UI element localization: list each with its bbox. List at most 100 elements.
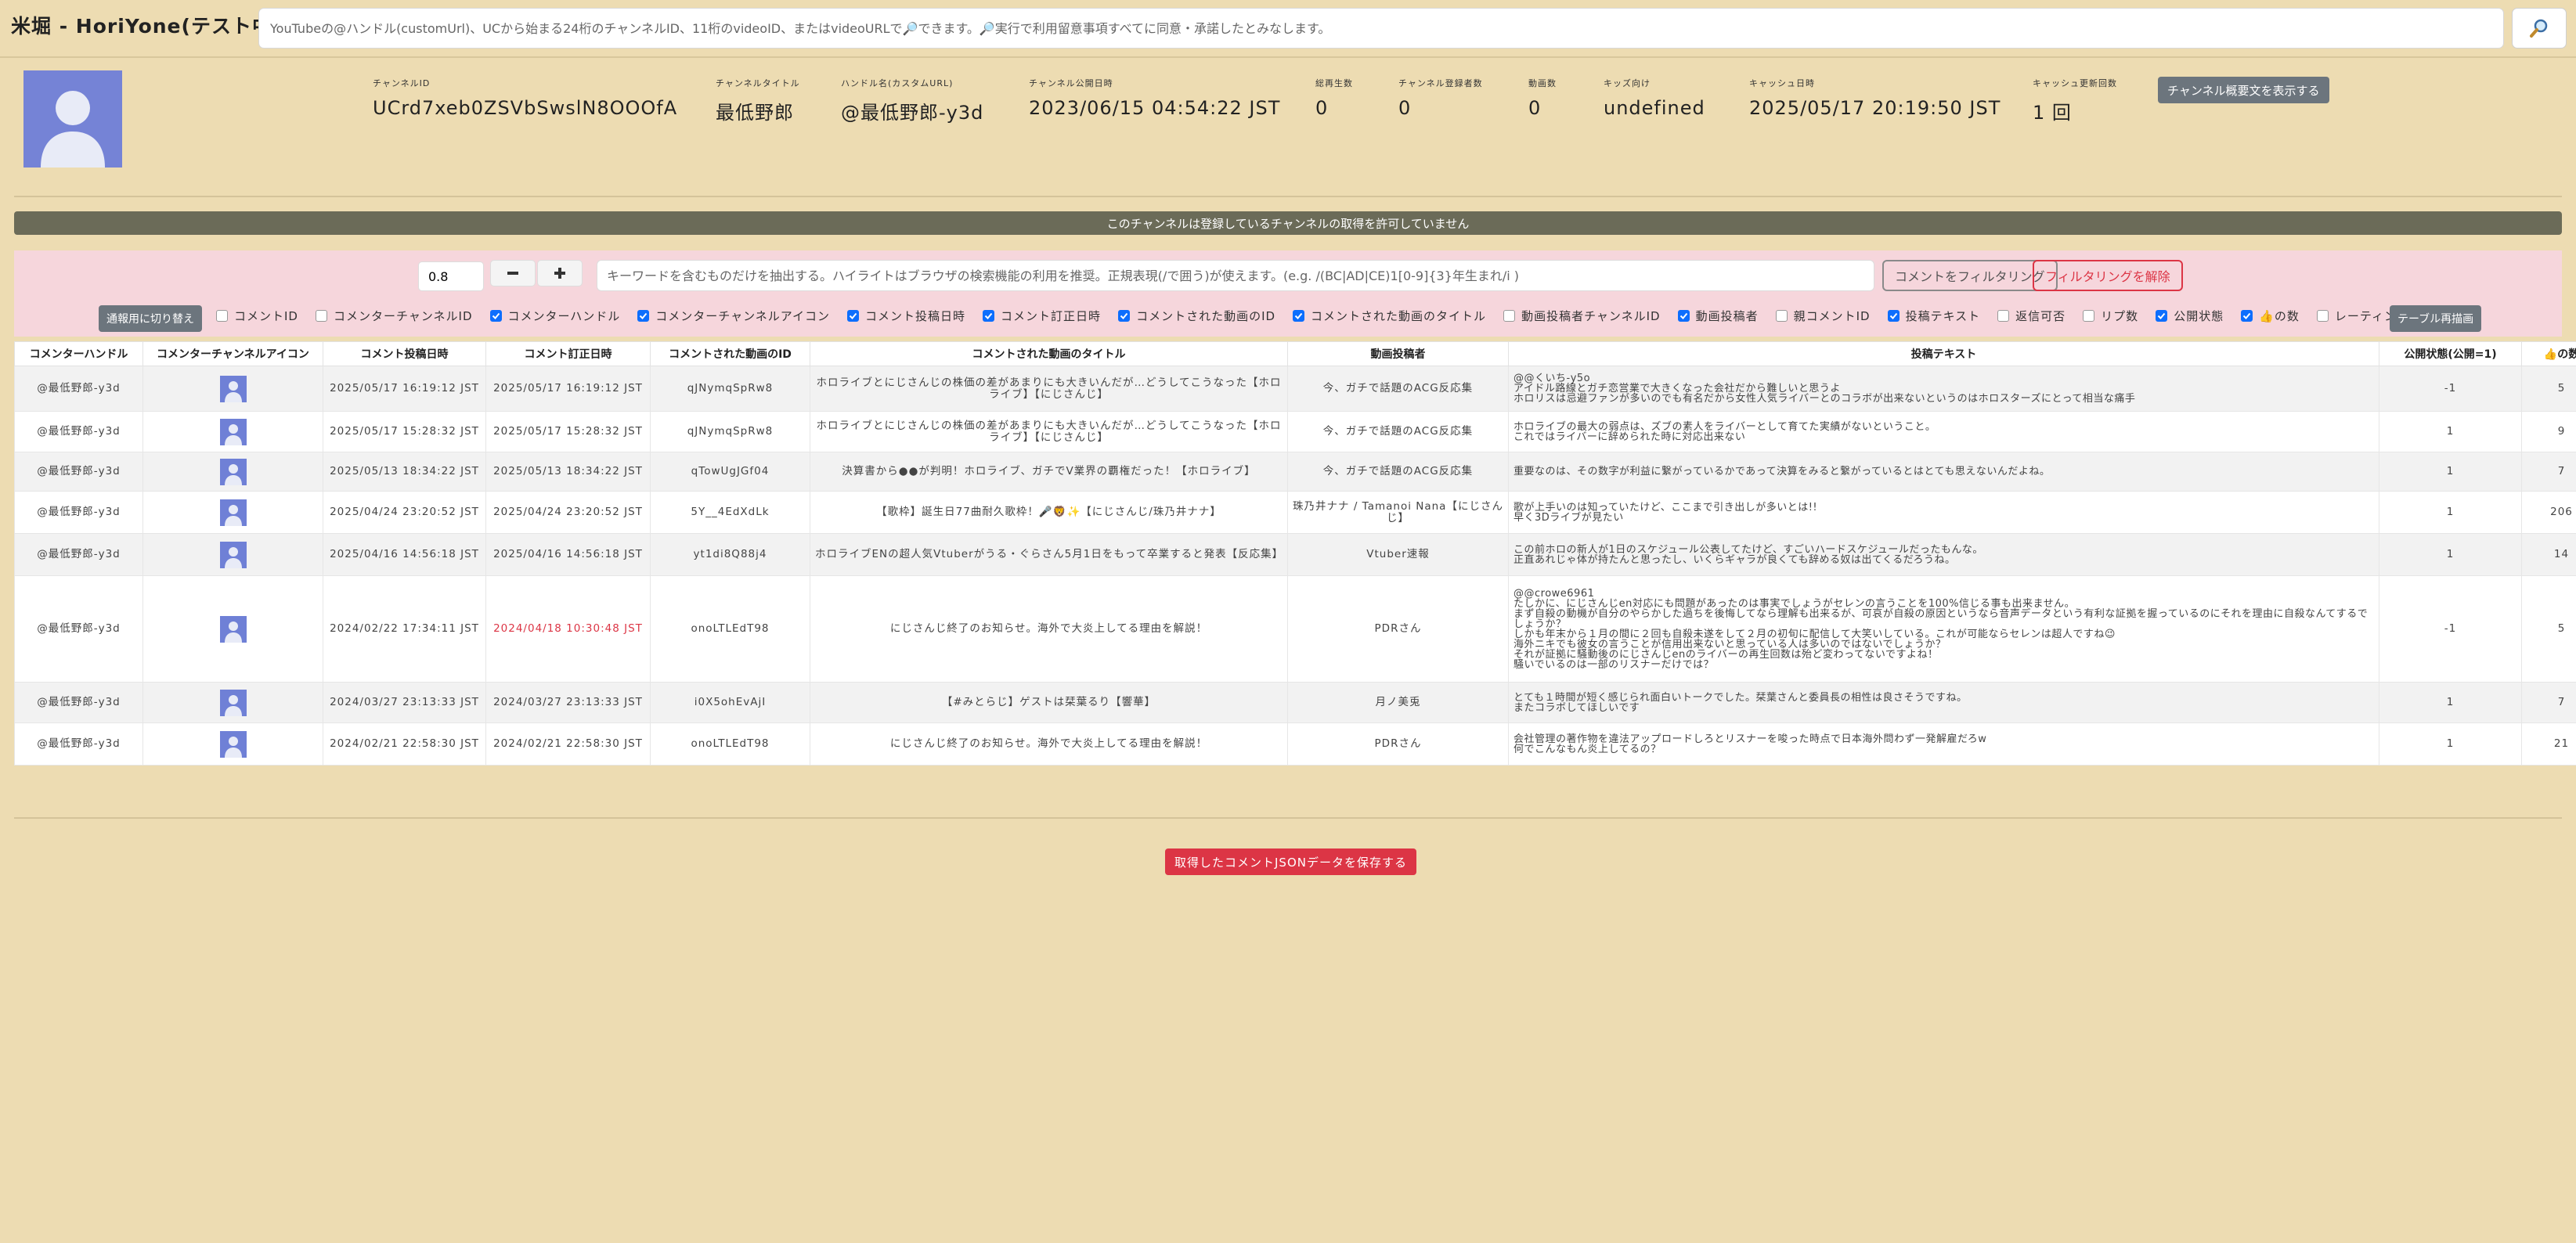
column-toggle-label: 返信可否 (2015, 308, 2066, 323)
channel-info-field: 動画数 0 (1528, 77, 1557, 119)
uploader-cell: PDRさん (1287, 575, 1509, 683)
checkbox-unchecked-icon[interactable] (1997, 309, 2010, 322)
commenter-avatar-icon[interactable] (219, 689, 247, 716)
column-toggle[interactable]: コメントされた動画のタイトル (1293, 308, 1486, 324)
video-title-cell: にじさんじ終了のお知らせ。海外で大炎上してる理由を解説！ (810, 575, 1288, 683)
column-toggle[interactable]: 公開状態 (2156, 308, 2224, 324)
top-bar: 米堀 - HoriYone(テスト中) (0, 0, 2576, 58)
column-toggle-label: コメントされた動画のタイトル (1311, 308, 1487, 323)
uploader-cell: 今、ガチで話題のACG反応集 (1287, 411, 1509, 452)
column-header[interactable]: コメント投稿日時 (323, 341, 486, 366)
search-input[interactable] (258, 8, 2504, 49)
notice-bar: このチャンネルは登録しているチャンネルの取得を許可していません (14, 211, 2562, 235)
edited-at-cell: 2024/02/21 22:58:30 JST (485, 722, 651, 766)
search-button[interactable] (2512, 8, 2567, 49)
column-toggle[interactable]: コメントされた動画のID (1118, 308, 1275, 324)
zoom-out-button[interactable] (490, 260, 536, 286)
commenter-handle-cell: @最低野郎-y3d (14, 575, 143, 683)
column-header[interactable]: 動画投稿者 (1287, 341, 1509, 366)
filter-panel: コメントをフィルタリング フィルタリングを解除 通報用に切り替え コメントID コ… (14, 250, 2562, 337)
checkbox-checked-icon[interactable] (1118, 309, 1131, 322)
column-header[interactable]: 公開状態(公開=1) (2379, 341, 2522, 366)
checkbox-checked-icon[interactable] (1677, 309, 1690, 322)
commenter-avatar-icon[interactable] (219, 541, 247, 568)
channel-info-field: 総再生数 0 (1315, 77, 1353, 119)
table-row: @最低野郎-y3d 2025/04/16 14:56:18 JST 2025/04/… (14, 533, 2576, 576)
channel-info-label: チャンネル登録者数 (1398, 78, 1483, 88)
video-id-cell: yt1di8Q88j4 (650, 533, 810, 576)
channel-info-value: @最低野郎-y3d (841, 102, 984, 124)
report-mode-toggle-button[interactable]: 通報用に切り替え (99, 305, 202, 332)
column-toggle[interactable]: コメンターチャンネルID (315, 308, 473, 324)
column-toggle[interactable]: コメント訂正日時 (983, 308, 1101, 324)
column-toggle[interactable]: 動画投稿者チャンネルID (1503, 308, 1661, 324)
channel-info-field: キッズ向け undefined (1604, 77, 1705, 119)
video-title-cell: ホロライブENの超人気Vtuberがうる・ぐらさん5月1日をもって卒業すると発表… (810, 533, 1288, 576)
column-toggle[interactable]: コメントID (216, 308, 298, 324)
channel-info-value: UCrd7xeb0ZSVbSwslN8OOOfA (373, 97, 678, 119)
video-id-cell: 5Y__4EdXdLk (650, 491, 810, 534)
column-toggle[interactable]: 親コメントID (1775, 308, 1871, 324)
show-channel-summary-button[interactable]: チャンネル概要文を表示する (2158, 77, 2329, 103)
column-toggle-label: 👍の数 (2259, 308, 2300, 323)
commenter-avatar-icon[interactable] (219, 615, 247, 643)
zoom-in-button[interactable] (537, 260, 583, 286)
edited-at-cell: 2025/04/24 23:20:52 JST (485, 491, 651, 534)
column-toggle[interactable]: 投稿テキスト (1887, 308, 1981, 324)
apply-filter-button[interactable]: コメントをフィルタリング (1882, 260, 2058, 291)
video-title-cell: 【歌枠】誕生日77曲耐久歌枠！🎤🦁✨【にじさんじ/珠乃井ナナ】 (810, 491, 1288, 534)
commenter-icon-cell (143, 452, 323, 492)
checkbox-unchecked-icon[interactable] (315, 309, 327, 322)
column-toggle[interactable]: 返信可否 (1997, 308, 2065, 324)
checkbox-unchecked-icon[interactable] (2316, 309, 2329, 322)
commenter-avatar-icon[interactable] (219, 375, 247, 402)
save-json-button[interactable]: 取得したコメントJSONデータを保存する (1165, 848, 1416, 875)
column-toggle[interactable]: リプ数 (2083, 308, 2138, 324)
posted-at-cell: 2025/05/17 16:19:12 JST (323, 366, 486, 412)
column-header[interactable]: コメントされた動画のタイトル (810, 341, 1288, 366)
column-header[interactable]: コメントされた動画のID (650, 341, 810, 366)
checkbox-unchecked-icon[interactable] (1503, 309, 1516, 322)
column-toggle[interactable]: コメント投稿日時 (847, 308, 965, 324)
commenter-handle-cell: @最低野郎-y3d (14, 722, 143, 766)
keyword-filter-input[interactable] (597, 260, 1874, 291)
checkbox-checked-icon[interactable] (2156, 309, 2168, 322)
column-toggle[interactable]: 動画投稿者 (1677, 308, 1759, 324)
checkbox-checked-icon[interactable] (983, 309, 995, 322)
posted-at-cell: 2025/04/24 23:20:52 JST (323, 491, 486, 534)
column-toggle[interactable]: コメンターハンドル (489, 308, 621, 324)
checkbox-checked-icon[interactable] (1293, 309, 1305, 322)
column-toggle-label: 動画投稿者 (1695, 308, 1759, 323)
commenter-avatar-icon[interactable] (219, 418, 247, 445)
column-header[interactable]: コメンターハンドル (14, 341, 143, 366)
zoom-input[interactable] (418, 261, 484, 291)
checkbox-checked-icon[interactable] (847, 309, 860, 322)
checkbox-checked-icon[interactable] (637, 309, 650, 322)
commenter-avatar-icon[interactable] (219, 730, 247, 758)
column-header[interactable]: 👍の数 (2521, 341, 2576, 366)
commenter-icon-cell (143, 575, 323, 683)
checkbox-unchecked-icon[interactable] (1775, 309, 1788, 322)
channel-info-field: チャンネル公開日時 2023/06/15 04:54:22 JST (1029, 77, 1280, 119)
channel-info-value: 最低野郎 (716, 102, 794, 124)
checkbox-checked-icon[interactable] (1887, 309, 1900, 322)
column-header[interactable]: コメント訂正日時 (485, 341, 651, 366)
checkbox-checked-icon[interactable] (489, 309, 502, 322)
commenter-avatar-icon[interactable] (219, 458, 247, 485)
commenter-icon-cell (143, 366, 323, 412)
comment-text-cell: とても１時間が短く感じられ面白いトークでした。栞葉さんと委員長の相性は良さそうで… (1508, 682, 2379, 723)
clear-filter-button[interactable]: フィルタリングを解除 (2033, 260, 2183, 291)
redraw-table-button[interactable]: テーブル再描画 (2390, 305, 2482, 332)
column-toggle[interactable]: 👍の数 (2241, 308, 2300, 324)
app-title: 米堀 - HoriYone(テスト中) (11, 15, 283, 38)
comment-text-cell: @@くいち-y5o アイドル路線とガチ恋営業で大きくなった会社だから難しいと思う… (1508, 366, 2379, 412)
checkbox-checked-icon[interactable] (2241, 309, 2253, 322)
channel-info-value: 0 (1315, 97, 1329, 119)
checkbox-unchecked-icon[interactable] (2083, 309, 2095, 322)
column-header[interactable]: コメンターチャンネルアイコン (143, 341, 323, 366)
checkbox-unchecked-icon[interactable] (216, 309, 228, 322)
commenter-avatar-icon[interactable] (219, 499, 247, 526)
video-title-cell: にじさんじ終了のお知らせ。海外で大炎上してる理由を解説！ (810, 722, 1288, 766)
column-header[interactable]: 投稿テキスト (1508, 341, 2379, 366)
column-toggle[interactable]: コメンターチャンネルアイコン (637, 308, 830, 324)
